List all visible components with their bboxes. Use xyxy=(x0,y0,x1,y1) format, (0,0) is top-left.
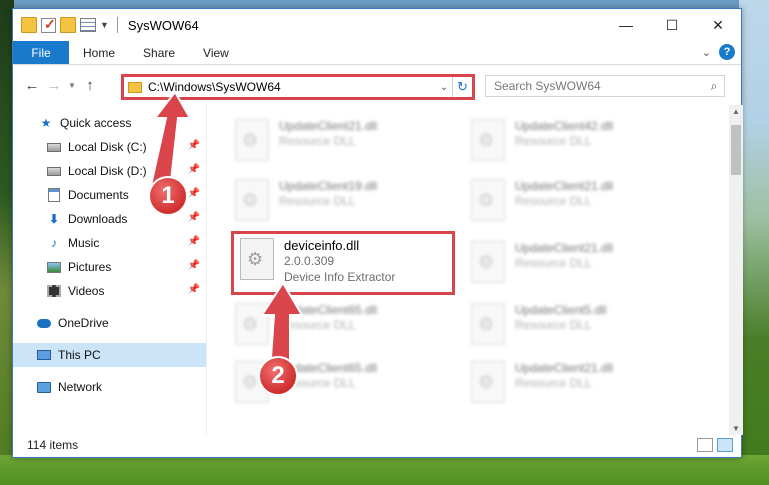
annotation-arrows xyxy=(148,90,304,373)
step-2-badge: 2 xyxy=(258,356,298,396)
step-1-badge: 1 xyxy=(148,176,188,216)
